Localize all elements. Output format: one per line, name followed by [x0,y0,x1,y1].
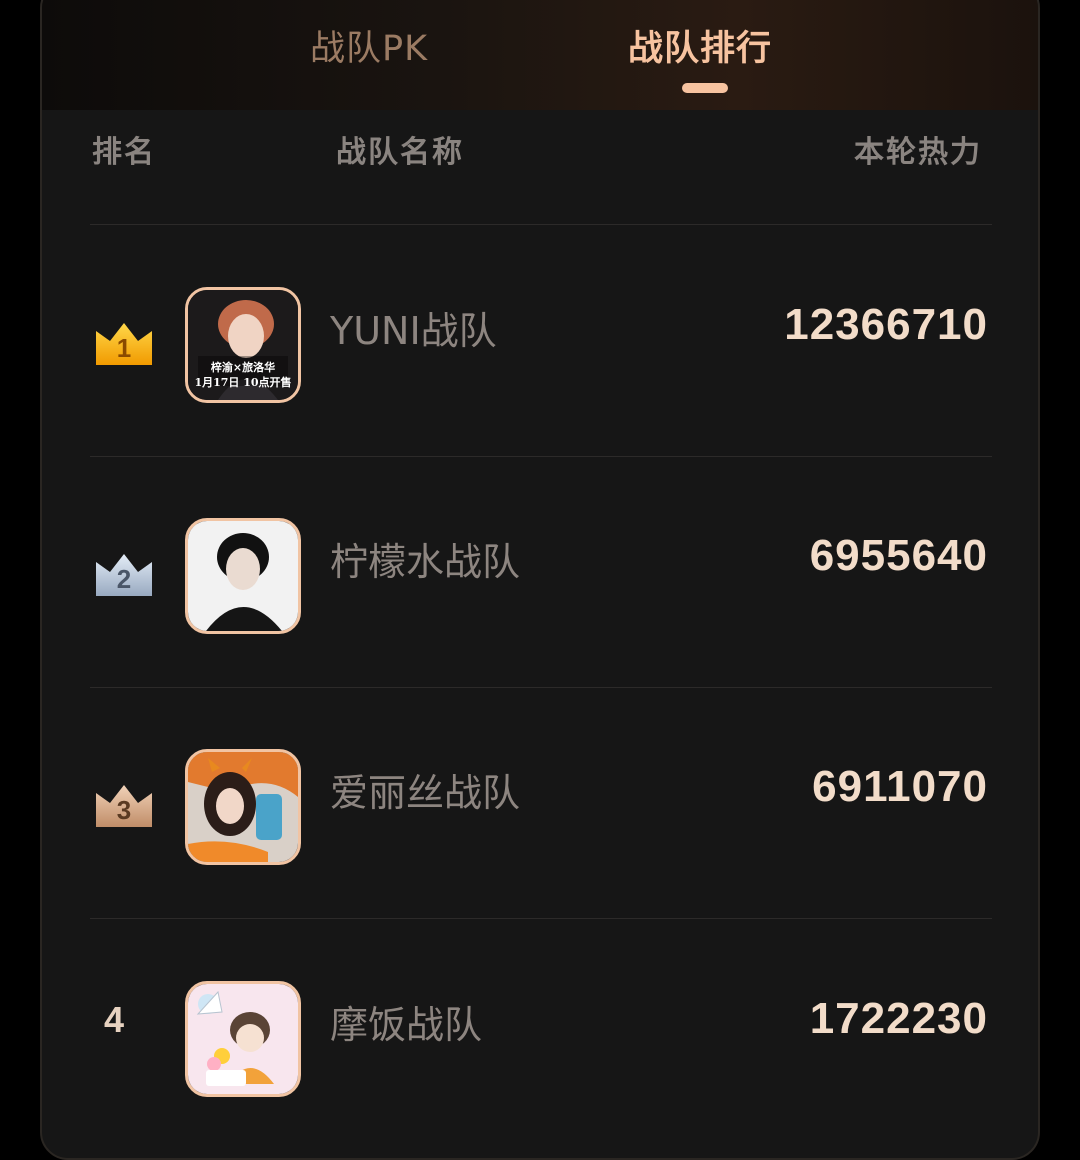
ranking-row-1[interactable]: 1 梓渝×旅洛华 1月17日 10点开售 YUNI战队 12366710 [42,230,1038,460]
header-heat: 本轮热力 [854,135,982,170]
team-heat-value: 6955640 [809,531,988,580]
ranking-row-3[interactable]: 3 爱丽丝战队 6911070 [42,692,1038,922]
rank-number: 3 [116,795,132,825]
team-avatar[interactable]: 梓渝×旅洛华 1月17日 10点开售 [185,287,301,403]
divider [90,687,992,688]
team-heat-value: 6911070 [812,762,988,811]
team-heat-value: 1722230 [809,994,988,1043]
tab-team-pk[interactable]: 战队PK [310,20,428,71]
ranking-row-4[interactable]: 4 摩饭战队 1722230 [42,924,1038,1154]
tab-bar: 战队PK 战队排行 [42,0,1038,110]
divider [90,456,992,457]
team-name: 摩饭战队 [330,1003,483,1047]
divider [90,224,992,225]
avatar-caption: 梓渝×旅洛华 1月17日 10点开售 [194,361,292,389]
team-heat-value: 12366710 [784,300,988,349]
team-name: YUNI战队 [330,309,497,353]
rank-number: 4 [104,999,125,1040]
rank-number: 2 [116,564,132,594]
bronze-crown-icon: 3 [94,783,154,827]
active-tab-indicator [682,83,728,93]
rank-number: 1 [116,333,132,363]
team-avatar[interactable] [185,981,301,1097]
silver-crown-icon: 2 [94,552,154,596]
divider [90,918,992,919]
team-avatar[interactable] [185,749,301,865]
team-name: 柠檬水战队 [330,540,521,584]
team-avatar[interactable] [185,518,301,634]
header-team-name: 战队名称 [336,135,464,170]
ranking-row-2[interactable]: 2 柠檬水战队 6955640 [42,461,1038,691]
team-name: 爱丽丝战队 [330,771,521,815]
gold-crown-icon: 1 [94,321,154,365]
ranking-panel: 战队PK 战队排行 排名 战队名称 本轮热力 1 梓渝×旅洛华 1月17日 10… [40,0,1040,1160]
tab-team-ranking[interactable]: 战队排行 [628,20,772,71]
header-rank: 排名 [92,135,156,170]
